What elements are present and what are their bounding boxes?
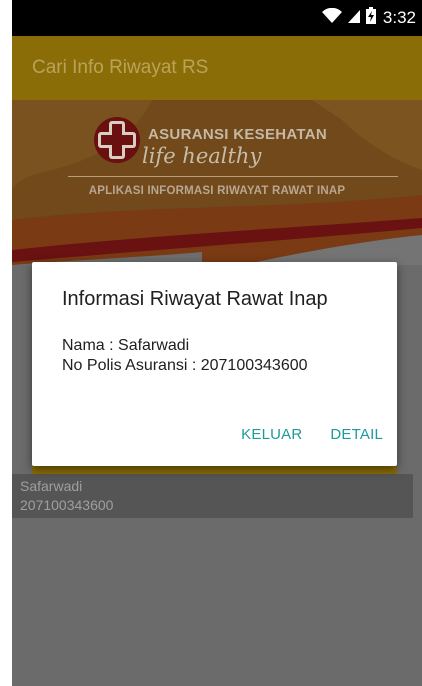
dialog-policy-line: No Polis Asuransi : 207100343600 bbox=[62, 357, 308, 374]
info-dialog: Informasi Riwayat Rawat Inap Nama : Safa… bbox=[32, 262, 397, 466]
app-caption: APLIKASI INFORMASI RIWAYAT RAWAT INAP bbox=[88, 185, 346, 197]
app-bar: Cari Info Riwayat RS bbox=[12, 36, 422, 100]
wifi-icon bbox=[321, 7, 343, 29]
app-title: Cari Info Riwayat RS bbox=[32, 57, 209, 78]
red-cross-logo bbox=[94, 117, 140, 163]
list-item-policy: 207100343600 bbox=[20, 497, 114, 513]
header-banner: ASURANSI KESEHATAN life healthy APLIKASI… bbox=[12, 100, 422, 265]
list-item[interactable]: Safarwadi 207100343600 bbox=[12, 474, 413, 518]
brand-subtitle: life healthy bbox=[142, 144, 262, 168]
status-time: 3:32 bbox=[382, 8, 416, 27]
status-bar: 3:32 bbox=[12, 0, 422, 36]
keluar-button[interactable]: KELUAR bbox=[241, 426, 302, 443]
banner-background bbox=[12, 100, 422, 265]
dialog-body: Nama : Safarwadi No Polis Asuransi : 207… bbox=[62, 336, 308, 376]
battery-charging-icon bbox=[365, 6, 377, 30]
brand-title: ASURANSI KESEHATAN bbox=[148, 126, 328, 143]
list-item-name: Safarwadi bbox=[20, 478, 83, 494]
signal-icon bbox=[347, 8, 361, 29]
dialog-name-line: Nama : Safarwadi bbox=[62, 337, 190, 354]
dialog-title: Informasi Riwayat Rawat Inap bbox=[62, 288, 328, 310]
detail-button[interactable]: DETAIL bbox=[330, 426, 383, 443]
phone-screen: 3:32 Cari Info Riwayat RS ASURANSI KESEH… bbox=[12, 0, 422, 686]
dialog-actions: KELUAR DETAIL bbox=[241, 426, 383, 443]
banner-divider bbox=[68, 176, 398, 177]
